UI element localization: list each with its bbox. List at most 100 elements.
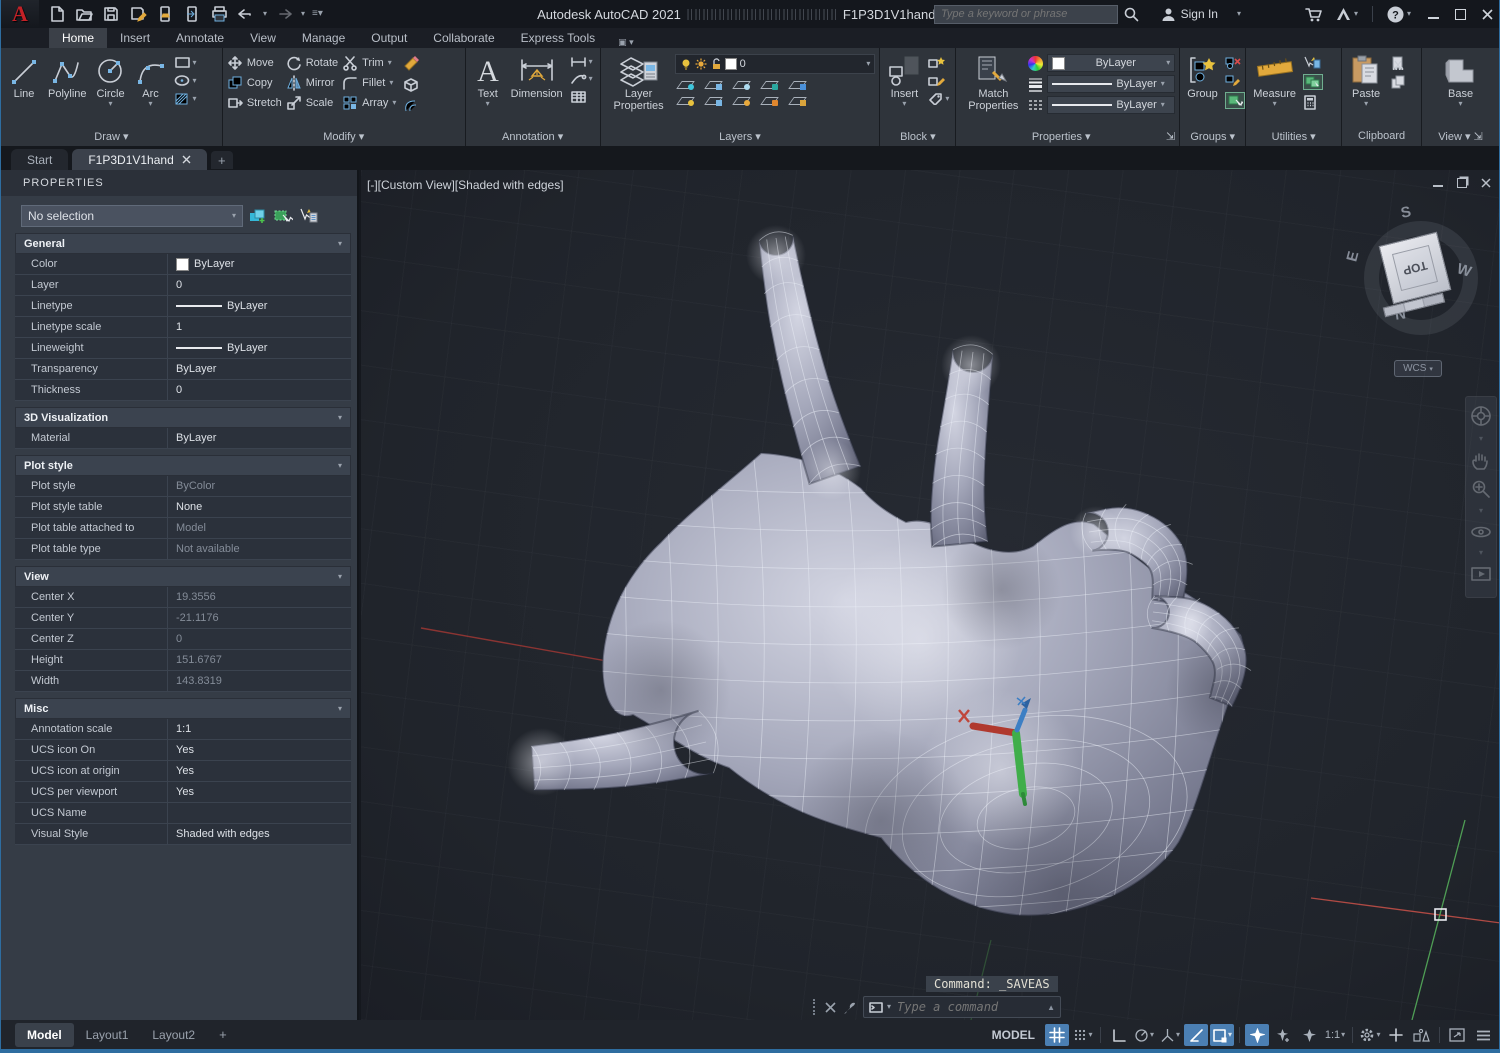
property-row-visual-style[interactable]: Visual StyleShaded with edges bbox=[15, 824, 351, 845]
redo-dropdown[interactable]: ▾ bbox=[301, 10, 305, 18]
object-snap-toggle[interactable]: ▾ bbox=[1210, 1024, 1234, 1046]
array-tool[interactable]: Array▾ bbox=[342, 94, 396, 111]
panel-properties-footer[interactable]: Properties ▾ ⇲ bbox=[956, 130, 1179, 145]
property-row-linetype-scale[interactable]: Linetype scale1 bbox=[15, 317, 351, 338]
tab-collaborate[interactable]: Collaborate bbox=[420, 28, 507, 48]
property-row-ucs-icon-origin[interactable]: UCS icon at originYes bbox=[15, 761, 351, 782]
snap-toggle[interactable]: ▾ bbox=[1071, 1024, 1095, 1046]
layer-thaw-tool[interactable] bbox=[735, 95, 750, 106]
view-panel-launcher[interactable]: ⇲ bbox=[1474, 131, 1483, 143]
quick-select-palette-icon[interactable] bbox=[298, 208, 318, 224]
tab-express-tools[interactable]: Express Tools bbox=[508, 28, 608, 48]
annotation-autoscale-toggle[interactable] bbox=[1271, 1024, 1295, 1046]
zoom-icon[interactable] bbox=[1471, 479, 1491, 499]
tab-output[interactable]: Output bbox=[358, 28, 420, 48]
wcs-dropdown[interactable]: WCS▾ bbox=[1394, 360, 1442, 377]
fillet-tool[interactable]: Fillet▾ bbox=[342, 74, 396, 91]
undo-dropdown[interactable]: ▾ bbox=[263, 10, 267, 18]
insert-block-button[interactable]: Insert▾ bbox=[884, 52, 924, 110]
add-status-item-button[interactable] bbox=[1384, 1024, 1408, 1046]
autocad-logo-icon[interactable]: A bbox=[1, 0, 39, 28]
property-row-center-y[interactable]: Center Y-21.1176 bbox=[15, 608, 351, 629]
offset-tool[interactable] bbox=[402, 98, 420, 113]
annotation-visibility-toggle[interactable] bbox=[1245, 1024, 1269, 1046]
command-expand-icon[interactable]: ▲ bbox=[1047, 1003, 1055, 1012]
copy-tool[interactable]: Copy bbox=[227, 74, 282, 91]
property-row-annotation-scale[interactable]: Annotation scale1:1 bbox=[15, 719, 351, 740]
viewport-controls-label[interactable]: [-][Custom View][Shaded with edges] bbox=[367, 178, 564, 192]
select-similar-tool[interactable] bbox=[1303, 74, 1323, 90]
make-current-layer-tool[interactable] bbox=[791, 79, 806, 90]
save-button[interactable] bbox=[101, 4, 121, 24]
layer-match-tool[interactable] bbox=[707, 95, 722, 106]
layout-tab-model[interactable]: Model bbox=[15, 1023, 74, 1047]
redo-button[interactable] bbox=[274, 4, 294, 24]
erase-tool[interactable] bbox=[402, 54, 420, 71]
selection-dropdown[interactable]: No selection▾ bbox=[21, 205, 243, 227]
clean-screen-button[interactable] bbox=[1445, 1024, 1469, 1046]
property-row-center-z[interactable]: Center Z0 bbox=[15, 629, 351, 650]
group-selection-toggle[interactable] bbox=[1225, 92, 1245, 109]
layer-lock-tool[interactable] bbox=[763, 79, 778, 90]
property-row-ucs-per-viewport[interactable]: UCS per viewportYes bbox=[15, 782, 351, 803]
lineweight-dropdown[interactable]: ByLayer▾ bbox=[1047, 75, 1175, 93]
property-row-plot-style[interactable]: Plot styleByColor bbox=[15, 476, 351, 497]
measure-button[interactable]: Measure▾ bbox=[1250, 52, 1299, 114]
match-properties-button[interactable]: Match Properties bbox=[960, 52, 1026, 114]
isolate-objects-button[interactable] bbox=[1410, 1024, 1434, 1046]
trim-tool[interactable]: Trim▾ bbox=[342, 54, 396, 71]
properties-panel-launcher[interactable]: ⇲ bbox=[1166, 130, 1175, 143]
section-header[interactable]: View▾ bbox=[15, 566, 351, 587]
hatch-tool[interactable]: ▾ bbox=[174, 92, 197, 106]
orbit-icon[interactable] bbox=[1470, 523, 1492, 541]
model-space-toggle[interactable]: MODEL bbox=[992, 1028, 1035, 1042]
viewport-restore-icon[interactable] bbox=[1457, 178, 1467, 188]
tab-view[interactable]: View bbox=[237, 28, 289, 48]
qat-customize-dropdown[interactable]: ≡▾ bbox=[312, 10, 323, 18]
explode-tool[interactable] bbox=[402, 76, 420, 93]
property-row-thickness[interactable]: Thickness0 bbox=[15, 380, 351, 401]
property-row-plot-table-attached[interactable]: Plot table attached toModel bbox=[15, 518, 351, 539]
customization-menu-button[interactable] bbox=[1471, 1024, 1495, 1046]
panel-annotation-footer[interactable]: Annotation ▾ bbox=[466, 130, 600, 145]
layer-walk-tool[interactable] bbox=[791, 95, 806, 106]
ellipse-tool[interactable]: ▾ bbox=[174, 74, 197, 87]
app-store-cart-icon[interactable] bbox=[1305, 7, 1322, 22]
help-icon[interactable]: ? bbox=[1387, 6, 1404, 23]
property-row-ucs-icon-on[interactable]: UCS icon OnYes bbox=[15, 740, 351, 761]
tab-manage[interactable]: Manage bbox=[289, 28, 358, 48]
layout-add-button[interactable]: + bbox=[207, 1022, 239, 1047]
property-row-linetype[interactable]: LinetypeByLayer bbox=[15, 296, 351, 317]
group-button[interactable]: Group bbox=[1184, 52, 1221, 113]
layer-freeze-tool[interactable] bbox=[735, 79, 750, 90]
undo-button[interactable] bbox=[236, 4, 256, 24]
section-header[interactable]: 3D Visualization▾ bbox=[15, 407, 351, 428]
cut-tool[interactable] bbox=[1390, 56, 1406, 70]
property-row-width[interactable]: Width143.8319 bbox=[15, 671, 351, 692]
panel-utilities-footer[interactable]: Utilities ▾ bbox=[1246, 130, 1341, 145]
command-input-field[interactable]: ▾ ▲ bbox=[863, 996, 1061, 1018]
copy-clip-tool[interactable] bbox=[1390, 75, 1406, 89]
command-input[interactable] bbox=[895, 999, 1043, 1015]
scale-tool[interactable]: Scale bbox=[286, 94, 338, 111]
property-row-center-x[interactable]: Center X19.3556 bbox=[15, 587, 351, 608]
panel-view-footer[interactable]: View ▾ ⇲ bbox=[1422, 130, 1499, 145]
create-block-tool[interactable] bbox=[928, 56, 949, 69]
grid-toggle[interactable] bbox=[1045, 1024, 1069, 1046]
define-attributes-tool[interactable]: ▾ bbox=[928, 92, 949, 105]
property-row-ucs-name[interactable]: UCS Name bbox=[15, 803, 351, 824]
close-tab-icon[interactable] bbox=[182, 155, 191, 164]
command-close-icon[interactable] bbox=[825, 1002, 836, 1013]
object-color-dropdown[interactable]: ByLayer▾ bbox=[1047, 54, 1175, 72]
navigation-wheel-icon[interactable] bbox=[1470, 405, 1492, 427]
linear-dimension-tool[interactable]: ▾ bbox=[570, 56, 593, 68]
viewport-minimize-icon[interactable] bbox=[1433, 179, 1443, 187]
ungroup-tool[interactable] bbox=[1225, 56, 1245, 69]
open-from-web-button[interactable] bbox=[155, 4, 175, 24]
group-edit-tool[interactable] bbox=[1225, 74, 1245, 87]
property-row-plot-table-type[interactable]: Plot table typeNot available bbox=[15, 539, 351, 560]
line-tool[interactable]: Line bbox=[5, 52, 43, 110]
pan-hand-icon[interactable] bbox=[1471, 451, 1491, 471]
panel-block-footer[interactable]: Block ▾ bbox=[880, 130, 955, 145]
section-header[interactable]: General▾ bbox=[15, 233, 351, 254]
